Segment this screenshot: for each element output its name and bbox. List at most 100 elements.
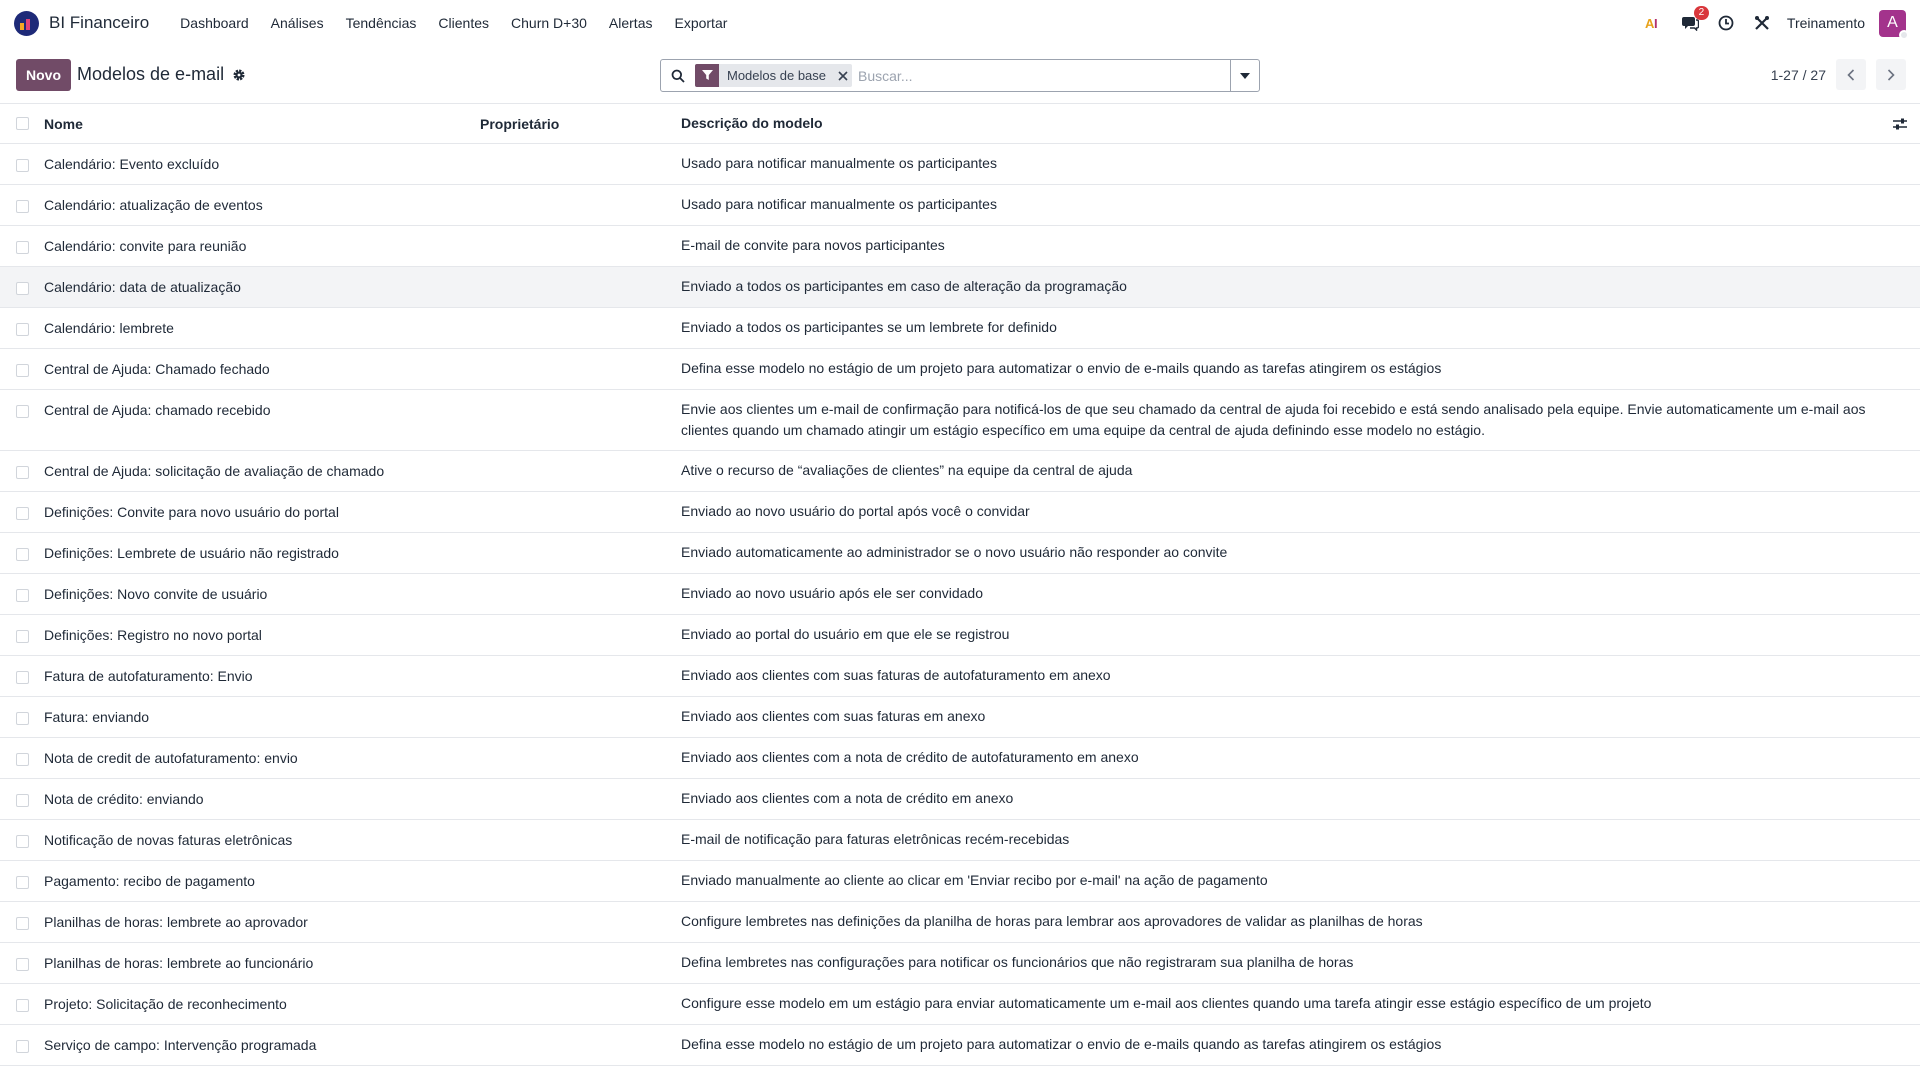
row-checkbox[interactable] — [16, 466, 29, 479]
menu-item-exportar[interactable]: Exportar — [663, 15, 738, 31]
cell-nome: Calendário: data de atualização — [44, 279, 241, 295]
row-checkbox[interactable] — [16, 364, 29, 377]
table-row[interactable]: Projeto: Solicitação de reconhecimento Co… — [0, 984, 1920, 1025]
cell-proprietario — [480, 861, 681, 883]
row-checkbox[interactable] — [16, 323, 29, 336]
table-row[interactable]: Calendário: data de atualização Enviado a… — [0, 267, 1920, 308]
table-row[interactable]: Definições: Convite para novo usuário do… — [0, 492, 1920, 533]
pager-value[interactable]: 1-27 / 27 — [1771, 67, 1826, 83]
search-options-dropdown[interactable] — [1230, 60, 1259, 91]
row-checkbox[interactable] — [16, 794, 29, 807]
row-checkbox[interactable] — [16, 548, 29, 561]
pager-next-button[interactable] — [1876, 59, 1906, 90]
row-select-cell — [0, 902, 44, 942]
menu-item-dashboard[interactable]: Dashboard — [169, 15, 260, 31]
cell-proprietario — [480, 226, 681, 248]
table-row[interactable]: Nota de credit de autofaturamento: envio… — [0, 738, 1920, 779]
row-checkbox[interactable] — [16, 200, 29, 213]
table-row[interactable]: Calendário: atualização de eventos Usado … — [0, 185, 1920, 226]
table-row[interactable]: Definições: Lembrete de usuário não regi… — [0, 533, 1920, 574]
search-icon[interactable] — [661, 69, 695, 83]
row-checkbox[interactable] — [16, 159, 29, 172]
chevron-right-icon — [1887, 68, 1895, 81]
table-row[interactable]: Central de Ajuda: solicitação de avaliaç… — [0, 451, 1920, 492]
row-checkbox[interactable] — [16, 835, 29, 848]
pager-previous-button[interactable] — [1836, 59, 1866, 90]
row-checkbox[interactable] — [16, 753, 29, 766]
table-row[interactable]: Central de Ajuda: chamado recebido Envie … — [0, 390, 1920, 451]
column-header-descricao[interactable]: Descrição do modelo — [681, 113, 1880, 134]
row-select-cell — [0, 574, 44, 614]
row-checkbox[interactable] — [16, 405, 29, 418]
row-select-cell — [0, 533, 44, 573]
table-row[interactable]: Fatura: enviando Enviado aos clientes com… — [0, 697, 1920, 738]
menu-item-clientes[interactable]: Clientes — [427, 15, 500, 31]
menu-item-alertas[interactable]: Alertas — [598, 15, 664, 31]
app-name: BI Financeiro — [49, 13, 150, 32]
select-all-cell — [0, 104, 44, 144]
table-row[interactable]: Notificação de novas faturas eletrônicas… — [0, 820, 1920, 861]
table-row[interactable]: Serviço de campo: Intervenção programada… — [0, 1025, 1920, 1066]
row-select-cell — [0, 615, 44, 655]
control-panel: Novo Modelos de e-mail Modelos de base 1… — [0, 46, 1920, 104]
cell-descricao: Enviado aos clientes com suas faturas de… — [681, 667, 1111, 683]
row-checkbox[interactable] — [16, 671, 29, 684]
table-row[interactable]: Serviço de campo: relatório de serviço d… — [0, 1066, 1920, 1080]
search-input[interactable] — [852, 67, 1230, 84]
table-row[interactable]: Calendário: lembrete Enviado a todos os p… — [0, 308, 1920, 349]
row-checkbox[interactable] — [16, 630, 29, 643]
cell-proprietario — [480, 656, 681, 678]
activity-clock-icon[interactable] — [1715, 12, 1737, 34]
cell-nome: Projeto: Solicitação de reconhecimento — [44, 996, 287, 1012]
tools-icon[interactable] — [1751, 12, 1773, 34]
cell-descricao: Configure lembretes nas definições da pl… — [681, 913, 1423, 929]
column-header-nome[interactable]: Nome — [44, 116, 480, 132]
row-checkbox[interactable] — [16, 241, 29, 254]
table-row[interactable]: Nota de crédito: enviando Enviado aos cli… — [0, 779, 1920, 820]
table-row[interactable]: Fatura de autofaturamento: Envio Enviado … — [0, 656, 1920, 697]
gear-icon[interactable] — [232, 68, 246, 82]
table-row[interactable]: Planilhas de horas: lembrete ao funcioná… — [0, 943, 1920, 984]
row-checkbox[interactable] — [16, 589, 29, 602]
cell-proprietario — [480, 144, 681, 166]
company-switcher[interactable]: Treinamento — [1787, 15, 1865, 31]
menu-item-tendencias[interactable]: Tendências — [335, 15, 428, 31]
column-header-proprietario[interactable]: Proprietário — [480, 116, 681, 132]
optional-columns-icon[interactable] — [1880, 118, 1920, 130]
row-select-cell — [0, 492, 44, 532]
table-row[interactable]: Calendário: Evento excluído Usado para no… — [0, 144, 1920, 185]
table-row[interactable]: Definições: Novo convite de usuário Envia… — [0, 574, 1920, 615]
menu-item-churn[interactable]: Churn D+30 — [500, 15, 598, 31]
cell-proprietario — [480, 451, 681, 473]
row-checkbox[interactable] — [16, 282, 29, 295]
table-row[interactable]: Pagamento: recibo de pagamento Enviado ma… — [0, 861, 1920, 902]
select-all-checkbox[interactable] — [16, 117, 29, 130]
messages-icon[interactable]: 2 — [1679, 6, 1709, 34]
new-button[interactable]: Novo — [16, 58, 71, 91]
row-checkbox[interactable] — [16, 712, 29, 725]
avatar-letter: A — [1887, 14, 1898, 31]
row-checkbox[interactable] — [16, 958, 29, 971]
facet-remove-icon[interactable] — [834, 64, 852, 87]
facet-label: Modelos de base — [727, 68, 827, 83]
table-row[interactable]: Calendário: convite para reunião E-mail d… — [0, 226, 1920, 267]
cell-proprietario — [480, 1066, 681, 1080]
row-checkbox[interactable] — [16, 1040, 29, 1053]
table-row[interactable]: Definições: Registro no novo portal Envia… — [0, 615, 1920, 656]
caret-down-icon — [1240, 72, 1250, 79]
row-checkbox[interactable] — [16, 876, 29, 889]
cell-nome: Planilhas de horas: lembrete ao aprovado… — [44, 914, 308, 930]
row-select-cell — [0, 779, 44, 819]
row-select-cell — [0, 185, 44, 225]
ai-icon[interactable]: AI — [1643, 12, 1665, 34]
cell-descricao: Enviado aos clientes com a nota de crédi… — [681, 790, 1014, 806]
table-row[interactable]: Central de Ajuda: Chamado fechado Defina … — [0, 349, 1920, 390]
row-checkbox[interactable] — [16, 999, 29, 1012]
table-row[interactable]: Planilhas de horas: lembrete ao aprovado… — [0, 902, 1920, 943]
app-brand[interactable]: BI Financeiro — [14, 10, 150, 36]
user-avatar[interactable]: A — [1879, 9, 1909, 40]
row-checkbox[interactable] — [16, 507, 29, 520]
row-checkbox[interactable] — [16, 917, 29, 930]
menu-item-analises[interactable]: Análises — [260, 15, 335, 31]
cell-proprietario — [480, 984, 681, 1006]
